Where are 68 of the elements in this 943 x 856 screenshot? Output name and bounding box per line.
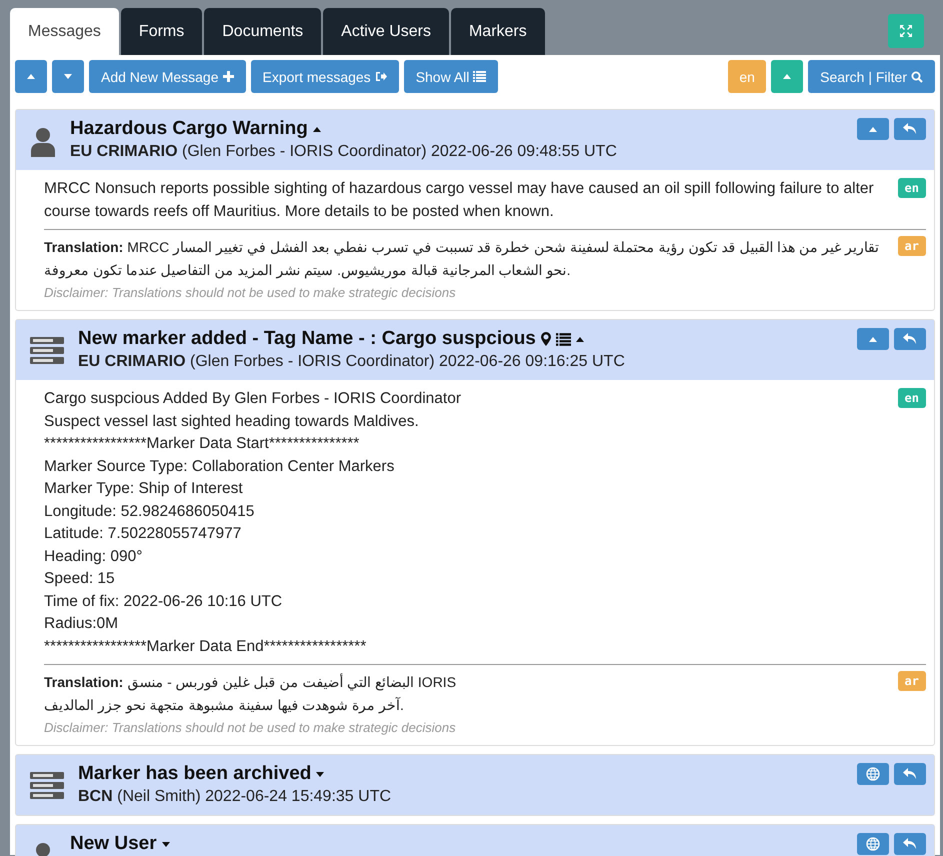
message-text: Longitude: 52.9824686050415 [44, 502, 256, 522]
message-text: Time of fix: 2022-06-26 10:16 UTC [44, 592, 284, 612]
message-sender: EU CRIMARIO (Glen Forbes - IORIS Coordinator) 2022-06-26 09:16:25 UTC [78, 353, 626, 371]
reply-icon [903, 122, 917, 136]
toolbar-button[interactable]: Show All [404, 60, 498, 93]
caret-icon[interactable] [162, 842, 170, 846]
reply-icon [903, 332, 917, 346]
user-icon [30, 127, 56, 157]
message-text: MRCC Nonsuch reports possible sighting of hazardous cargo vessel may have caused an oil spill following failure to alter course towards reefs off Mauritius. More details to be posted when known. [44, 179, 875, 222]
message-title: Hazardous Cargo Warning [70, 118, 308, 140]
reply-button[interactable] [894, 328, 926, 350]
move-down-button[interactable] [52, 60, 84, 93]
message-text: Suspect vessel last sighted heading towards Maldives. [44, 412, 420, 432]
message-text: Marker Type: Ship of Interest [44, 479, 244, 499]
message-sender: EU CRIMARIO (Glen Forbes - IORIS Coordinator) 2022-06-26 09:48:55 UTC [70, 143, 618, 161]
map-pin-icon [540, 332, 551, 346]
toolbar-button[interactable]: Add New Message [89, 60, 246, 93]
message-text: Speed: 15 [44, 569, 116, 589]
toolbar-button[interactable]: Export messages [250, 60, 399, 93]
collapse-button[interactable] [857, 328, 889, 350]
tab[interactable]: Active Users [323, 8, 449, 55]
collapse-button[interactable] [857, 118, 889, 140]
expand-icon [899, 24, 913, 38]
caret-icon[interactable] [316, 772, 324, 776]
list-icon [473, 71, 486, 82]
server-icon [30, 772, 64, 800]
tab[interactable]: Forms [120, 8, 202, 55]
message-title: New marker added - Tag Name - : Cargo suspcious [78, 328, 536, 350]
message-text: Radius:0M [44, 614, 120, 634]
tab[interactable]: Messages [10, 8, 119, 55]
scroll-up-button[interactable] [771, 60, 804, 93]
caret-icon[interactable] [312, 126, 321, 132]
search-icon [911, 70, 923, 82]
reply-icon [903, 768, 917, 780]
list-icon [556, 332, 571, 346]
message-title: New User [70, 833, 157, 855]
language-badge: en [898, 178, 926, 198]
reply-button[interactable] [894, 833, 926, 855]
message-text: *****************Marker Data Start*************** [44, 434, 360, 454]
disclaimer-text: Disclaimer: Translations should not be used to make strategic decisions [44, 720, 457, 735]
message-text: Heading: 090° [44, 546, 144, 566]
export-icon [374, 71, 387, 82]
tab[interactable]: Markers [450, 8, 545, 55]
caret-icon[interactable] [576, 336, 584, 342]
reply-icon [903, 838, 917, 850]
plus-icon [222, 71, 234, 82]
fullscreen-button[interactable] [888, 14, 924, 48]
message-text: Cargo suspcious Added By Glen Forbes - IORIS Coordinator [44, 389, 462, 409]
language-badge: en [898, 388, 926, 408]
move-up-button[interactable] [15, 60, 47, 93]
message-sender: BCN (Neil Smith) 2022-06-24 15:49:35 UTC [78, 788, 392, 806]
message-title: Marker has been archived [78, 763, 312, 785]
server-icon [30, 337, 64, 365]
globe-icon [866, 837, 880, 851]
language-badge: ar [898, 671, 926, 691]
message-text: Latitude: 7.50228055747977 [44, 524, 242, 544]
translate-button[interactable] [857, 763, 889, 785]
disclaimer-text: Disclaimer: Translations should not be used to make strategic decisions [44, 285, 457, 300]
globe-icon [866, 767, 880, 781]
message-text: *****************Marker Data End***************** [44, 636, 368, 656]
language-badge: ar [898, 236, 926, 256]
message-text: Marker Source Type: Collaboration Center Markers [44, 456, 396, 476]
search-filter-button[interactable]: Search | Filter [808, 60, 935, 93]
reply-button[interactable] [894, 118, 926, 140]
translation-text: آخر مرة شوهدت فيها سفينة مشبوهة متجهة نحو جزر المالديف. [44, 696, 405, 716]
tab[interactable]: Documents [204, 8, 322, 55]
reply-button[interactable] [894, 763, 926, 785]
translate-button[interactable] [857, 833, 889, 855]
